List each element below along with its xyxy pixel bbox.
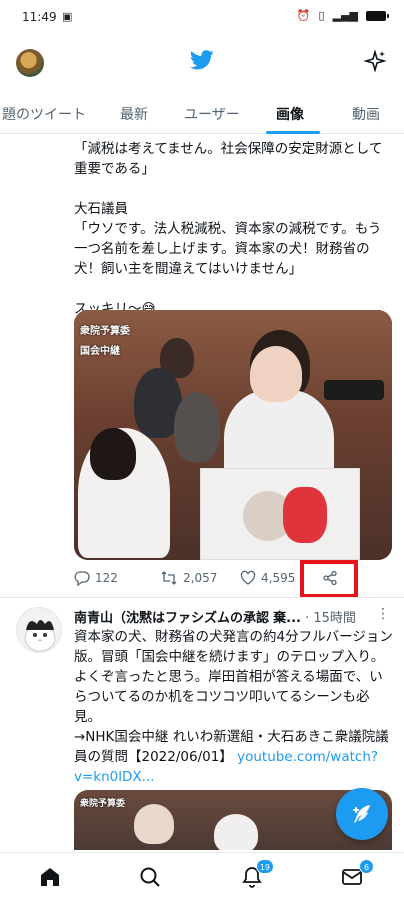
tab-videos[interactable]: 動画 — [352, 104, 380, 124]
tweet-time[interactable]: · 15時間 — [305, 611, 356, 626]
nav-home[interactable] — [38, 865, 64, 889]
status-time: 11:49 — [22, 10, 57, 24]
battery-icon — [366, 10, 389, 21]
retweet-button[interactable]: 2,057 — [160, 570, 217, 586]
nav-messages[interactable]: 6 — [340, 859, 374, 889]
status-bar: 11:49 ▣ ⏰ ▯ ▂▄▆ — [0, 0, 404, 34]
user-display-name-suffix[interactable]: 棄... — [273, 611, 301, 626]
user-display-name[interactable]: 南青山（沈黙はファシズムの承認 — [74, 611, 269, 626]
tweet-text: 「減税は考えてません。社会保障の安定財源として重要である」 大石議員 「ウソです… — [74, 141, 383, 317]
sparkle-icon[interactable] — [364, 50, 386, 72]
compose-tweet-button[interactable] — [336, 788, 388, 840]
media-label-top: 衆院予算委 — [80, 326, 130, 337]
tweet-text: 資本家の犬、財務省の犬発言の約4分フルバージョン版。冒頭「国会中継を続けます」の… — [74, 627, 394, 787]
reply-count: 122 — [95, 571, 118, 585]
media-person — [214, 814, 258, 850]
heart-icon — [240, 570, 256, 585]
nav-search[interactable] — [138, 865, 164, 889]
tweet-media-image[interactable]: 衆院予算委 国会中継 — [74, 310, 392, 560]
media-person — [174, 392, 220, 462]
tab-top-tweets[interactable]: 題のツイート — [2, 104, 86, 124]
notifications-badge: 19 — [255, 859, 274, 874]
tab-latest[interactable]: 最新 — [120, 104, 148, 124]
media-label-bottom: 国会中継 — [80, 346, 120, 357]
sim-card-icon: ▣ — [62, 10, 73, 23]
search-icon — [140, 867, 160, 887]
tab-images[interactable]: 画像 — [276, 104, 304, 124]
media-microphones — [324, 380, 384, 400]
share-highlight-box — [300, 560, 358, 598]
reply-button[interactable]: 122 — [74, 570, 118, 586]
messages-badge: 6 — [359, 859, 374, 874]
tweet-body: 資本家の犬、財務省の犬発言の約4分フルバージョン版。冒頭「国会中継を続けます」の… — [74, 629, 393, 765]
active-tab-indicator — [266, 131, 320, 134]
reply-icon — [74, 571, 90, 586]
retweet-icon — [161, 571, 177, 585]
tweet-divider — [0, 597, 404, 598]
like-count: 4,595 — [261, 571, 296, 585]
vibrate-icon: ▯ — [318, 9, 325, 22]
home-icon — [41, 868, 59, 886]
alarm-icon: ⏰ — [296, 9, 311, 22]
signal-icon: ▂▄▆ — [332, 9, 358, 22]
tweet-header: 南青山（沈黙はファシズムの承認 棄... · 15時間 — [74, 607, 390, 626]
status-icons: ⏰ ▯ ▂▄▆ — [296, 9, 389, 22]
user-avatar[interactable] — [16, 607, 62, 653]
like-button[interactable]: 4,595 — [240, 570, 295, 586]
more-options-icon[interactable]: ⋮ — [376, 606, 390, 622]
top-header — [0, 34, 404, 90]
search-tabs: 題のツイート 最新 ユーザー 画像 動画 — [0, 92, 404, 134]
media-hair — [90, 428, 136, 480]
media-inset-dog — [200, 468, 360, 560]
retweet-count: 2,057 — [183, 571, 218, 585]
tab-users[interactable]: ユーザー — [184, 104, 240, 124]
media-face — [250, 346, 302, 402]
nav-notifications[interactable]: 19 — [240, 859, 274, 889]
compose-feather-icon — [353, 805, 370, 823]
media-label: 衆院予算委 — [80, 799, 126, 809]
twitter-bird-icon[interactable] — [190, 50, 214, 70]
profile-avatar[interactable] — [16, 49, 44, 77]
cat-avatar-image — [17, 608, 61, 652]
bottom-navigation: 19 6 — [0, 852, 404, 900]
media-person — [134, 804, 174, 844]
